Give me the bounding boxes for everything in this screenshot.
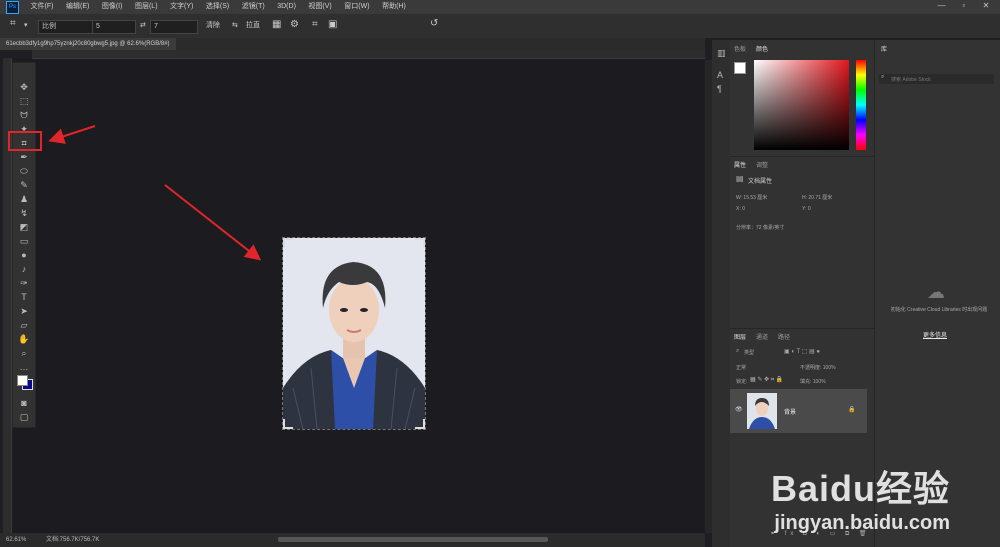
layer-filter-icons[interactable]: ▣ ◐ T ⬚ ▤ ● bbox=[784, 348, 820, 355]
document-icon: ▤ bbox=[736, 174, 744, 183]
blend-mode-select[interactable]: 正常 bbox=[736, 364, 746, 371]
tab-channels[interactable]: 通道 bbox=[756, 332, 768, 341]
hue-slider[interactable] bbox=[856, 60, 866, 150]
annotation-arrow-tool bbox=[48, 125, 96, 144]
properties-title: 文档属性 bbox=[748, 179, 773, 185]
fill-input[interactable]: 填充: 100% bbox=[800, 378, 826, 385]
eye-icon[interactable]: 👁 bbox=[735, 406, 743, 413]
layer-name[interactable]: 背景 bbox=[784, 407, 796, 416]
minimize-button[interactable]: — bbox=[932, 1, 952, 10]
layer-filter-kind[interactable]: 类型 bbox=[744, 349, 754, 356]
document-size: 文档:756.7K/756.7K bbox=[46, 537, 100, 543]
close-button[interactable]: ✕ bbox=[976, 1, 996, 10]
watermark-brand: Baidu经验 bbox=[770, 468, 950, 509]
character-icon[interactable]: A bbox=[717, 70, 723, 80]
creative-cloud-icon: ☁ bbox=[927, 282, 945, 302]
property-x[interactable]: X: 0 bbox=[736, 206, 745, 212]
tab-color[interactable]: 颜色 bbox=[756, 44, 768, 53]
more-info-link[interactable]: 更多信息 bbox=[923, 330, 947, 339]
baidu-watermark: Baidu经验 jingyan.baidu.com bbox=[771, 460, 950, 535]
annotation-arrow-photo bbox=[164, 184, 262, 261]
tab-layers[interactable]: 图层 bbox=[734, 332, 746, 341]
tab-swatches[interactable]: 色板 bbox=[734, 44, 746, 53]
tab-properties[interactable]: 属性 bbox=[734, 160, 746, 169]
property-width[interactable]: W: 15.53 厘米 bbox=[736, 194, 767, 201]
layer-thumbnail bbox=[747, 393, 777, 429]
vertical-scrollbar[interactable] bbox=[705, 60, 712, 533]
lock-icon: 🔒 bbox=[848, 407, 856, 413]
search-field[interactable]: ⌕ 搜索 Adobe Stock bbox=[879, 74, 994, 84]
lock-icons[interactable]: ▦ ✎ ✥ ⌗ 🔒 bbox=[750, 376, 783, 384]
color-picker-field[interactable] bbox=[754, 60, 849, 150]
history-icon[interactable]: ▥ bbox=[717, 48, 726, 59]
maximize-button[interactable]: ▫ bbox=[954, 1, 974, 10]
tab-paths[interactable]: 路径 bbox=[778, 332, 790, 341]
tab-adjustments[interactable]: 调整 bbox=[756, 160, 768, 169]
property-height[interactable]: H: 20.71 厘米 bbox=[802, 194, 832, 201]
property-resolution: 分辨率：72 像素/英寸 bbox=[736, 225, 785, 231]
zoom-level[interactable]: 62.61% bbox=[6, 533, 26, 547]
property-y[interactable]: Y: 0 bbox=[802, 206, 811, 212]
search-placeholder: 搜索 Adobe Stock bbox=[891, 77, 931, 83]
annotation-arrows bbox=[48, 125, 262, 261]
horizontal-scrollbar[interactable] bbox=[278, 537, 548, 542]
foreground-color-swatch[interactable] bbox=[734, 62, 746, 74]
search-icon: ⌕ bbox=[881, 74, 885, 80]
tab-libraries[interactable]: 库 bbox=[881, 44, 887, 53]
panel-icon-strip: ▥ A ¶ bbox=[712, 40, 730, 547]
lock-label: 锁定: bbox=[736, 379, 748, 385]
paragraph-icon[interactable]: ¶ bbox=[717, 84, 722, 94]
layer-row-background[interactable]: 👁 背景 🔒 bbox=[730, 389, 867, 433]
library-error-message: 初始化 Creative Cloud Libraries 时出现问题 bbox=[890, 307, 988, 313]
search-icon: ⌕ bbox=[736, 348, 740, 354]
window-controls: — ▫ ✕ bbox=[932, 1, 996, 10]
opacity-input[interactable]: 不透明度: 100% bbox=[800, 364, 836, 371]
watermark-url: jingyan.baidu.com bbox=[774, 512, 950, 534]
